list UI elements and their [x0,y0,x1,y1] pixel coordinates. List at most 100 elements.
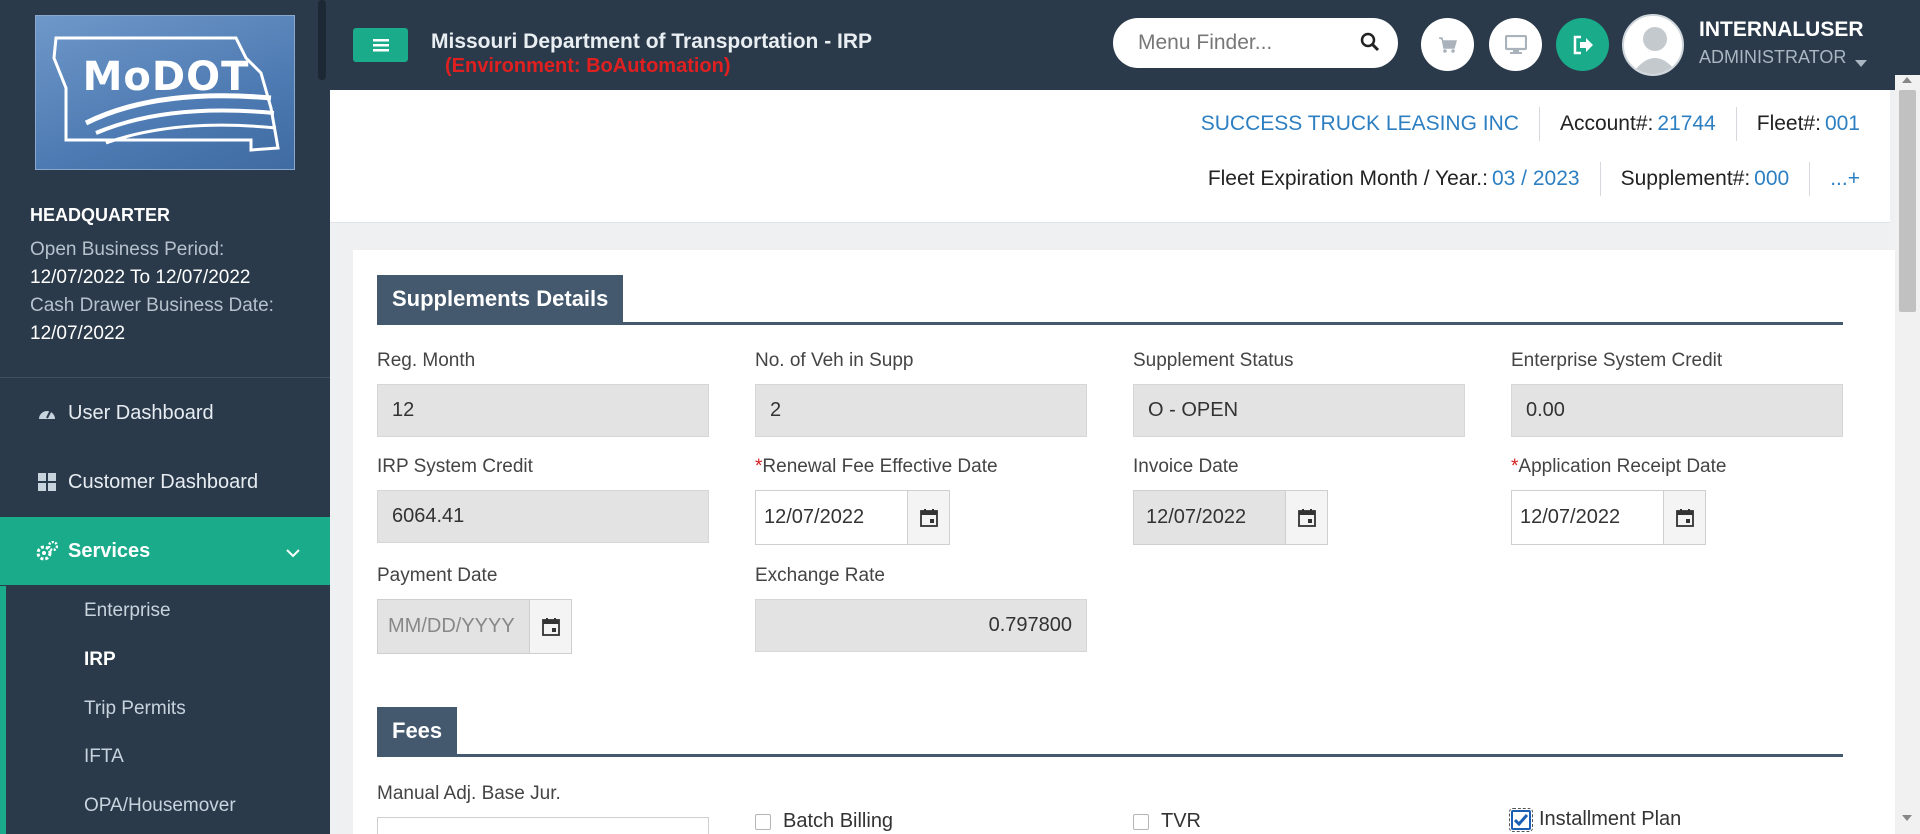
reg-month-input[interactable]: 12 [377,384,709,437]
logo-text: MoDOT [82,54,250,100]
payment-date-field: Payment Date MM/DD/YYYY [377,565,709,654]
status-field: Supplement Status O - OPEN [1133,350,1465,437]
top-header: Missouri Department of Transportation - … [330,0,1920,90]
enterprise-credit-input[interactable]: 0.00 [1511,384,1843,437]
manual-adj-field: Manual Adj. Base Jur. [377,783,709,834]
scroll-down-arrow-icon[interactable] [1902,815,1912,821]
chevron-down-icon [286,541,300,564]
open-period-label: Open Business Period: [30,239,225,260]
avatar[interactable] [1622,14,1684,76]
tvr-checkbox[interactable]: TVR [1133,810,1201,833]
calendar-icon [1675,508,1694,527]
submenu-opa-housemover[interactable]: OPA/Housemover [84,795,236,817]
field-label: Reg. Month [377,350,476,371]
caret-down-icon[interactable] [1855,55,1867,73]
supplements-section-header: Supplements Details [377,275,1843,325]
calendar-button[interactable] [1286,490,1328,545]
calendar-icon [1297,508,1316,527]
submenu-ifta[interactable]: IFTA [84,746,124,768]
section-title: Supplements Details [377,275,624,323]
page-scrollbar[interactable] [1895,75,1920,834]
field-label: Supplement Status [1133,350,1294,371]
monitor-icon [1504,34,1527,54]
status-input[interactable]: O - OPEN [1133,384,1465,437]
renewal-date-group: 12/07/2022 [755,490,1087,545]
checkbox-label: TVR [1161,810,1201,832]
receipt-date-input[interactable]: 12/07/2022 [1511,490,1664,545]
calendar-button[interactable] [908,490,950,545]
submenu-trip-permits[interactable]: Trip Permits [84,698,186,720]
business-info: HEADQUARTER Open Business Period: 12/07/… [30,205,320,348]
grid-icon [36,471,58,493]
services-submenu: Enterprise IRP Trip Permits IFTA OPA/Hou… [0,586,330,834]
calendar-button[interactable] [1664,490,1706,545]
checkmark-icon [1514,813,1528,826]
sign-out-icon [1573,35,1593,54]
submenu-enterprise[interactable]: Enterprise [84,600,171,622]
checkbox[interactable] [1509,807,1533,832]
irp-credit-field: IRP System Credit 6064.41 [377,456,709,543]
calendar-button[interactable] [530,599,572,654]
checkbox[interactable] [1133,813,1149,830]
supplement-label: Supplement#: [1620,167,1751,190]
receipt-date-field: *Application Receipt Date 12/07/2022 [1511,456,1843,545]
invoice-date-field: Invoice Date 12/07/2022 [1133,456,1465,545]
gears-icon [36,540,58,562]
checkbox[interactable] [755,813,771,830]
exchange-rate-input[interactable]: 0.797800 [755,599,1087,652]
checkbox-label: Installment Plan [1539,808,1682,830]
submenu-irp[interactable]: IRP [84,649,116,671]
menu-finder [1113,18,1398,68]
manual-adj-input[interactable] [377,817,709,834]
scroll-up-arrow-icon[interactable] [1902,77,1912,83]
fleet-label: Fleet#: [1756,112,1821,135]
user-role[interactable]: ADMINISTRATOR [1699,47,1846,68]
renewal-date-input[interactable]: 12/07/2022 [755,490,908,545]
user-name[interactable]: INTERNALUSER [1699,18,1864,42]
payment-date-input[interactable]: MM/DD/YYYY [377,599,530,654]
scroll-thumb[interactable] [1899,90,1916,312]
sidebar-scrollbar[interactable] [318,0,326,80]
account-info-row-1: SUCCESS TRUCK LEASING INC Account#: 21744… [1181,107,1860,141]
cart-icon [1438,36,1457,53]
cash-drawer-value: 12/07/2022 [30,323,126,344]
dashboard-icon [36,402,58,424]
exchange-rate-field: Exchange Rate 0.797800 [755,565,1087,652]
menu-toggle-button[interactable] [353,28,408,62]
desktop-button[interactable] [1489,18,1542,71]
company-name[interactable]: SUCCESS TRUCK LEASING INC [1201,112,1519,136]
account-number[interactable]: 21744 [1657,112,1715,136]
supplement-panel: Supplements Details Reg. Month 12 No. of… [353,250,1898,834]
label-text: Renewal Fee Effective Date [762,456,998,477]
cart-button[interactable] [1421,18,1474,71]
cash-drawer-label: Cash Drawer Business Date: [30,295,274,316]
account-info-row-2: Fleet Expiration Month / Year.: 03 / 2023… [1188,162,1860,196]
menu-finder-input[interactable] [1138,31,1358,55]
account-label: Account#: [1559,112,1654,135]
logout-button[interactable] [1556,18,1609,71]
calendar-icon [919,508,938,527]
sidebar: MoDOT HEADQUARTER Open Business Period: … [0,0,330,834]
field-label: *Renewal Fee Effective Date [755,456,1087,478]
receipt-date-group: 12/07/2022 [1511,490,1843,545]
user-avatar-icon [1632,27,1678,74]
enterprise-credit-field: Enterprise System Credit 0.00 [1511,350,1843,437]
field-label: IRP System Credit [377,456,533,477]
payment-date-group: MM/DD/YYYY [377,599,709,654]
nav-customer-dashboard[interactable]: Customer Dashboard [0,448,330,516]
supplement-number: 000 [1754,167,1790,190]
invoice-date-input[interactable]: 12/07/2022 [1133,490,1286,545]
fleet-number[interactable]: 001 [1825,112,1860,136]
irp-credit-input[interactable]: 6064.41 [377,490,709,543]
open-period-value: 12/07/2022 To 12/07/2022 [30,267,251,288]
installment-plan-checkbox[interactable]: Installment Plan [1509,807,1682,832]
field-label: No. of Veh in Supp [755,350,914,371]
batch-billing-checkbox[interactable]: Batch Billing [755,810,893,833]
nav-user-dashboard[interactable]: User Dashboard [0,379,330,447]
more-info-link[interactable]: ...+ [1830,167,1860,191]
vehicles-input[interactable]: 2 [755,384,1087,437]
search-icon[interactable] [1360,32,1380,57]
field-label: Enterprise System Credit [1511,350,1723,371]
field-label: Manual Adj. Base Jur. [377,783,561,804]
nav-services[interactable]: Services [0,517,330,585]
